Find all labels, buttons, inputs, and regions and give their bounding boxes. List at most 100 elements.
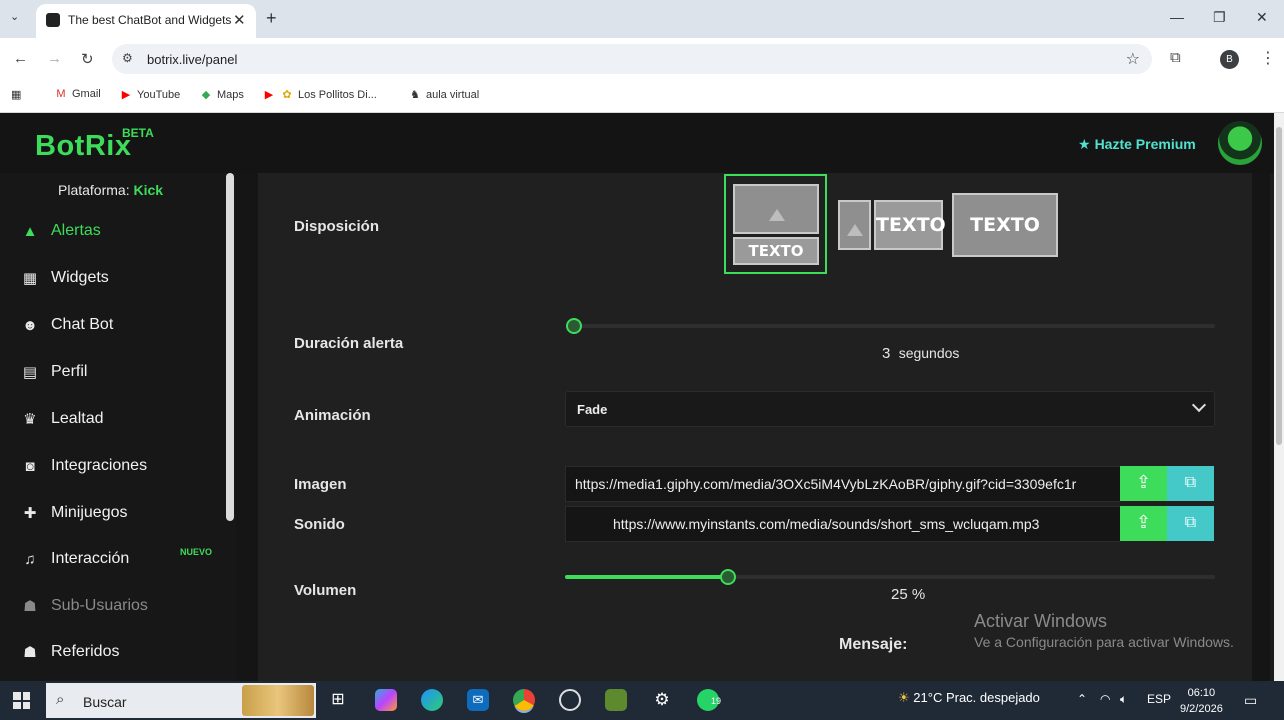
back-icon[interactable]: ← <box>13 50 28 67</box>
volume-readout: 25 % <box>891 586 926 603</box>
duration-slider-track[interactable] <box>568 324 1215 328</box>
taskbar-search-box[interactable]: ⌕ Buscar <box>46 683 316 718</box>
address-bar[interactable]: ⚙ botrix.live/panel ☆ <box>112 44 1152 74</box>
tray-chevron-icon[interactable]: ⌃ <box>1077 692 1087 706</box>
obs-icon[interactable] <box>559 689 581 711</box>
restore-window-icon[interactable]: ❐ <box>1213 9 1226 26</box>
sidebar-item-integraciones[interactable]: ◙ Integraciones <box>20 454 147 478</box>
botrix-logo[interactable]: BotRix <box>35 130 131 163</box>
edge-icon[interactable] <box>421 689 443 711</box>
whatsapp-icon[interactable]: 19 <box>697 689 722 711</box>
volume-slider-handle[interactable] <box>719 569 736 585</box>
layout-text-sample: TEXTO <box>733 237 819 265</box>
layout-text-sample: TEXTO <box>970 214 1040 236</box>
group-icon: ☗ <box>23 644 37 661</box>
minecraft-icon[interactable] <box>605 689 627 711</box>
site-settings-icon[interactable]: ⚙ <box>122 51 133 65</box>
premium-link[interactable]: ★ Hazte Premium <box>1078 136 1196 153</box>
sidebar-item-sub-usuarios[interactable]: ☗ Sub-Usuarios <box>20 594 148 618</box>
language-indicator[interactable]: ESP <box>1147 692 1171 706</box>
bookmark-pollitos[interactable]: ▶ ✿ Los Pollitos Di... <box>262 88 377 101</box>
page-scrollbar[interactable] <box>1274 113 1284 681</box>
warning-icon: ▲ <box>22 222 38 240</box>
sound-upload-button[interactable]: ⇪ <box>1120 506 1167 541</box>
forward-icon[interactable]: → <box>47 50 62 67</box>
sidebar: Plataforma: Kick ▲ Alertas ▦ Widgets ☻ Chat… <box>0 173 236 681</box>
extensions-icon[interactable]: ⧉ <box>1170 49 1181 66</box>
maps-icon: ◆ <box>201 89 211 101</box>
minimize-window-icon[interactable]: — <box>1170 9 1184 25</box>
bookmark-aula-virtual[interactable]: ♞ aula virtual <box>408 88 479 101</box>
upload-icon: ⇪ <box>1135 512 1152 532</box>
youtube-icon: ▶ <box>121 89 131 101</box>
notifications-icon[interactable]: ▭ <box>1244 692 1257 709</box>
reload-icon[interactable]: ↻ <box>81 50 94 68</box>
settings-gear-icon[interactable]: ⚙ <box>651 689 673 711</box>
outlook-icon[interactable]: ✉ <box>467 689 489 711</box>
layout-option-text-over-image[interactable]: TEXTO <box>952 193 1058 257</box>
sidebar-item-referidos[interactable]: ☗ Referidos <box>20 640 119 664</box>
bookmark-youtube[interactable]: ▶ YouTube <box>119 88 180 101</box>
animation-selected-value: Fade <box>577 402 608 417</box>
image-url-field[interactable]: https://media1.giphy.com/media/3OXc5iM4V… <box>565 466 1121 502</box>
address-url[interactable]: botrix.live/panel <box>147 52 237 67</box>
task-view-icon[interactable]: ⊞ <box>327 689 349 711</box>
weather-icon: ☀ <box>898 690 910 705</box>
site-favicon-icon <box>46 13 60 27</box>
whatsapp-badge: 19 <box>711 696 722 706</box>
browser-tab[interactable]: The best ChatBot and Widgets ✕ <box>36 4 256 38</box>
tab-title: The best ChatBot and Widgets <box>68 13 232 27</box>
volume-icon[interactable]: 🔈︎ <box>1120 692 1127 707</box>
chrome-icon[interactable] <box>513 689 535 711</box>
close-window-icon[interactable]: ✕ <box>1256 9 1268 26</box>
weather-widget[interactable]: ☀ 21°C Prac. despejado <box>898 690 1040 706</box>
taskbar-clock[interactable]: 06:10 9/2/2026 <box>1180 685 1223 717</box>
sidebar-item-widgets[interactable]: ▦ Widgets <box>20 266 109 290</box>
sidebar-item-chat-bot[interactable]: ☻ Chat Bot <box>20 313 113 337</box>
profile-avatar[interactable]: B <box>1220 50 1239 69</box>
music-icon: ♫ <box>24 550 36 568</box>
browser-menu-icon[interactable]: ⋮ <box>1260 48 1276 68</box>
layout-option-image-left-text[interactable]: TEXTO <box>838 198 946 262</box>
alert-settings-card: Disposición TEXTO TEXTO TEXTO Duración a… <box>258 173 1252 681</box>
sound-gallery-button[interactable]: ⧉ <box>1167 506 1214 541</box>
user-avatar[interactable] <box>1218 121 1262 165</box>
sidebar-item-minijuegos[interactable]: ✚ Minijuegos <box>20 501 128 525</box>
gallery-icon: ⧉ <box>1184 474 1197 491</box>
image-label: Imagen <box>294 476 347 493</box>
beta-badge: BETA <box>122 126 154 140</box>
animation-select[interactable]: Fade <box>565 391 1215 427</box>
image-placeholder-icon <box>733 184 819 234</box>
platform-indicator: Plataforma: Kick <box>58 182 164 198</box>
image-gallery-button[interactable]: ⧉ <box>1167 466 1214 501</box>
activate-windows-title: Activar Windows <box>974 611 1108 631</box>
browser-tab-strip: ⌄ The best ChatBot and Widgets ✕ + — ❐ ✕ <box>0 0 1284 38</box>
apps-grid-icon[interactable]: ▦ <box>11 88 21 101</box>
sidebar-scrollbar[interactable] <box>226 173 234 521</box>
duration-slider-handle[interactable] <box>566 318 582 334</box>
image-upload-button[interactable]: ⇪ <box>1120 466 1167 501</box>
bookmark-star-icon[interactable]: ☆ <box>1126 49 1140 69</box>
layout-option-image-above-text[interactable]: TEXTO <box>724 174 827 274</box>
sound-url-field[interactable]: https://www.myinstants.com/media/sounds/… <box>565 506 1121 542</box>
sidebar-item-interaccion[interactable]: ♫ Interacción <box>20 547 129 571</box>
bookmark-gmail[interactable]: M Gmail <box>54 88 100 100</box>
page-scrollbar-thumb[interactable] <box>1276 127 1282 445</box>
star-icon: ★ <box>1078 136 1091 152</box>
sidebar-item-perfil[interactable]: ▤ Perfil <box>20 360 88 384</box>
sound-url-value: https://www.myinstants.com/media/sounds/… <box>613 516 1040 532</box>
search-highlight-image <box>242 685 314 716</box>
search-icon: ⌕ <box>56 691 65 708</box>
windows-start-icon[interactable] <box>13 692 30 709</box>
sidebar-item-lealtad[interactable]: ♛ Lealtad <box>20 407 103 431</box>
bookmark-maps[interactable]: ◆ Maps <box>199 88 244 101</box>
sidebar-item-alertas[interactable]: ▲ Alertas <box>20 219 101 243</box>
wifi-icon[interactable]: ◠ <box>1100 692 1110 706</box>
duration-label: Duración alerta <box>294 335 404 352</box>
gallery-icon: ⧉ <box>1184 514 1197 531</box>
tab-search-icon[interactable]: ⌄ <box>10 10 19 23</box>
new-badge: NUEVO <box>180 547 213 557</box>
close-tab-icon[interactable]: ✕ <box>233 11 246 29</box>
new-tab-icon[interactable]: + <box>266 8 277 29</box>
copilot-icon[interactable] <box>375 689 397 711</box>
